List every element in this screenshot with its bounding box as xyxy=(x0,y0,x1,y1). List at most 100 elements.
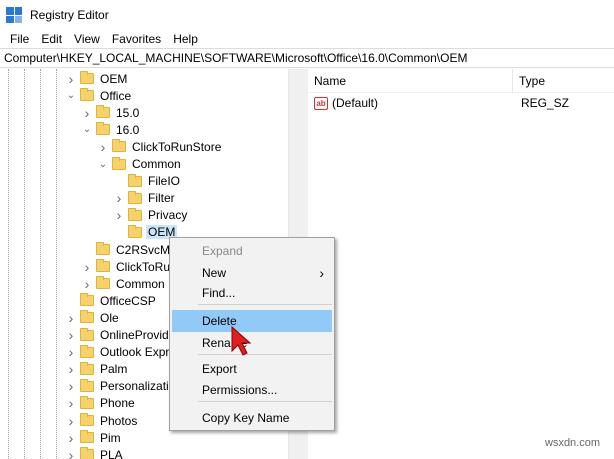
chevron-right-icon[interactable]: › xyxy=(114,207,124,223)
tree-node[interactable]: ⌄ Common xyxy=(98,156,183,173)
tree-node[interactable]: › Photos xyxy=(66,412,139,429)
tree-node-label: Ole xyxy=(100,310,119,325)
context-menu-label: Expand xyxy=(202,244,243,258)
tree-node[interactable]: › Outlook Expre xyxy=(66,344,178,361)
list-header: Name Type xyxy=(308,68,614,93)
folder-icon xyxy=(80,395,94,409)
context-menu-item-copy-key-name[interactable]: Copy Key Name xyxy=(172,407,332,429)
chevron-right-icon[interactable]: › xyxy=(82,105,92,121)
chevron-right-icon[interactable]: › xyxy=(66,71,76,87)
folder-icon xyxy=(128,207,142,221)
tree-node[interactable]: ⌄ Office xyxy=(66,87,133,104)
tree-node-label: OnlineProvide xyxy=(100,328,176,342)
folder-icon xyxy=(80,310,94,324)
tree-node-label: PLA xyxy=(100,447,123,459)
chevron-down-icon[interactable]: ⌄ xyxy=(82,124,92,135)
tree-node[interactable]: OEM xyxy=(114,224,178,241)
chevron-right-icon[interactable]: › xyxy=(66,447,76,459)
tree-node-label: Office xyxy=(100,88,132,103)
tree-node-label: Privacy xyxy=(148,208,188,223)
tree-node[interactable]: › Phone xyxy=(66,395,137,412)
tree-node[interactable]: ⌄ 16.0 xyxy=(82,121,141,138)
chevron-right-icon[interactable]: › xyxy=(66,344,76,360)
chevron-right-icon[interactable]: › xyxy=(98,139,108,155)
context-menu-label: Copy Key Name xyxy=(202,411,290,425)
tree-node[interactable]: OfficeCSP xyxy=(66,292,158,309)
context-menu-item-permissions[interactable]: Permissions... xyxy=(172,379,332,401)
menu-file[interactable]: File xyxy=(4,32,35,46)
tree-node[interactable]: C2RSvcMg xyxy=(82,241,179,258)
menu-favorites[interactable]: Favorites xyxy=(106,32,167,46)
tree-guide-line xyxy=(8,69,9,459)
chevron-right-icon[interactable]: › xyxy=(66,413,76,429)
address-bar[interactable]: Computer\HKEY_LOCAL_MACHINE\SOFTWARE\Mic… xyxy=(0,48,614,68)
tree-node[interactable]: › Pim xyxy=(66,429,123,446)
folder-icon xyxy=(96,259,110,273)
tree-node[interactable]: › 15.0 xyxy=(82,104,141,121)
folder-icon xyxy=(80,413,94,426)
tree-node[interactable]: › Personalizatio xyxy=(66,378,177,395)
tree-guide-line xyxy=(56,69,57,459)
context-menu-label: New xyxy=(202,266,227,280)
tree-guide-line xyxy=(24,69,25,459)
chevron-down-icon[interactable]: ⌄ xyxy=(98,159,108,170)
value-type: REG_SZ xyxy=(521,96,570,110)
tree-node[interactable]: › ClickToRur xyxy=(82,258,176,275)
registry-editor-icon xyxy=(6,7,22,23)
folder-icon xyxy=(80,447,94,459)
submenu-arrow-icon: › xyxy=(319,265,324,281)
tree-node-label: Common xyxy=(132,157,181,171)
folder-icon xyxy=(128,190,142,204)
menu-separator xyxy=(198,354,332,355)
chevron-right-icon[interactable]: › xyxy=(66,310,76,326)
folder-icon xyxy=(112,139,126,153)
menu-help[interactable]: Help xyxy=(167,32,204,46)
chevron-right-icon[interactable]: › xyxy=(66,395,76,411)
context-menu-item-new[interactable]: New › xyxy=(172,262,332,284)
tree-node-label: ClickToRur xyxy=(116,259,175,274)
tree-node-label: Outlook Expre xyxy=(100,345,177,360)
chevron-right-icon[interactable]: › xyxy=(66,361,76,377)
tree-node-label: 15.0 xyxy=(116,105,140,120)
tree-node-label: Common xyxy=(116,276,165,291)
folder-icon xyxy=(80,88,94,102)
column-header-name[interactable]: Name xyxy=(308,68,513,93)
chevron-right-icon[interactable]: › xyxy=(66,327,76,343)
context-menu-item-find[interactable]: Find... xyxy=(172,282,332,304)
tree-node[interactable]: › ClickToRunStore xyxy=(98,138,223,155)
folder-icon xyxy=(112,156,126,170)
tree-node[interactable]: › Ole xyxy=(66,309,121,326)
tree-node[interactable]: › Privacy xyxy=(114,207,189,224)
column-header-type[interactable]: Type xyxy=(513,74,545,88)
menu-view[interactable]: View xyxy=(68,32,106,46)
tree-node-label: Palm xyxy=(100,362,128,377)
context-menu-item-export[interactable]: Export xyxy=(172,358,332,380)
tree-node[interactable]: › Filter xyxy=(114,190,177,207)
value-row[interactable]: ab (Default) REG_SZ xyxy=(308,94,614,112)
chevron-down-icon[interactable]: ⌄ xyxy=(66,90,76,101)
tree-node[interactable]: › Palm xyxy=(66,361,129,378)
chevron-right-icon[interactable]: › xyxy=(82,276,92,292)
menu-bar: File Edit View Favorites Help xyxy=(0,30,614,48)
tree-node-label: 16.0 xyxy=(116,122,140,137)
chevron-right-icon[interactable]: › xyxy=(114,190,124,206)
values-list: Name Type ab (Default) REG_SZ xyxy=(308,68,614,459)
tree-node-label: Pim xyxy=(100,430,121,445)
tree-node[interactable]: › OEM xyxy=(66,70,129,87)
context-menu-label: Find... xyxy=(202,286,236,300)
menu-edit[interactable]: Edit xyxy=(35,32,68,46)
chevron-right-icon[interactable]: › xyxy=(66,430,76,446)
chevron-right-icon[interactable]: › xyxy=(66,378,76,394)
folder-icon xyxy=(80,378,94,392)
folder-icon xyxy=(80,344,94,358)
tree-node[interactable]: › OnlineProvide xyxy=(66,327,177,344)
chevron-right-icon[interactable]: › xyxy=(82,259,92,275)
tree-node[interactable]: FileIO xyxy=(114,173,182,190)
tree-node[interactable]: › Common xyxy=(82,275,167,292)
context-menu-item-expand[interactable]: Expand xyxy=(172,240,332,262)
watermark-text: wsxdn.com xyxy=(545,437,601,449)
tree-node[interactable]: › PLA xyxy=(66,446,125,459)
context-menu-label: Export xyxy=(202,362,237,376)
value-name: (Default) xyxy=(332,96,379,110)
